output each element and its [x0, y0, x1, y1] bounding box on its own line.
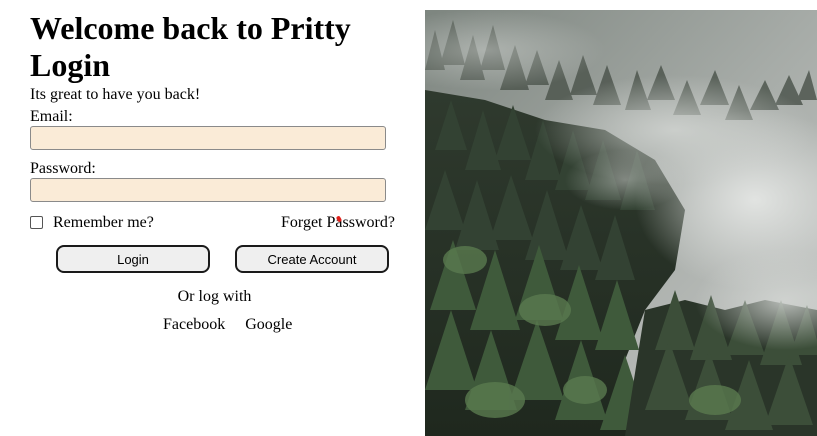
remember-checkbox[interactable]: [30, 216, 43, 229]
options-row: Remember me? Forget Password?: [30, 212, 400, 234]
password-field[interactable]: [30, 178, 386, 202]
page-title: Welcome back to Pritty Login: [30, 10, 351, 83]
email-field[interactable]: [30, 126, 386, 150]
buttons-row: Login Create Account: [30, 245, 400, 275]
password-label: Password:: [30, 160, 96, 177]
login-panel: Welcome back to Pritty Login Its great t…: [30, 10, 400, 275]
create-account-button[interactable]: Create Account: [235, 245, 389, 273]
forest-photo-illustration: [425, 10, 817, 436]
forest-hero-image: [425, 10, 817, 436]
facebook-login-link[interactable]: Facebook: [163, 316, 225, 333]
social-login-links: Facebook Google: [163, 315, 292, 335]
social-login-prompt: Or log with: [30, 287, 427, 307]
login-button[interactable]: Login: [56, 245, 210, 273]
remember-label[interactable]: Remember me?: [53, 212, 154, 234]
email-label: Email:: [30, 108, 73, 125]
page-subtitle: Its great to have you back!: [30, 86, 201, 103]
google-login-link[interactable]: Google: [245, 316, 292, 333]
social-login-prompt-text: Or log with: [177, 288, 252, 305]
